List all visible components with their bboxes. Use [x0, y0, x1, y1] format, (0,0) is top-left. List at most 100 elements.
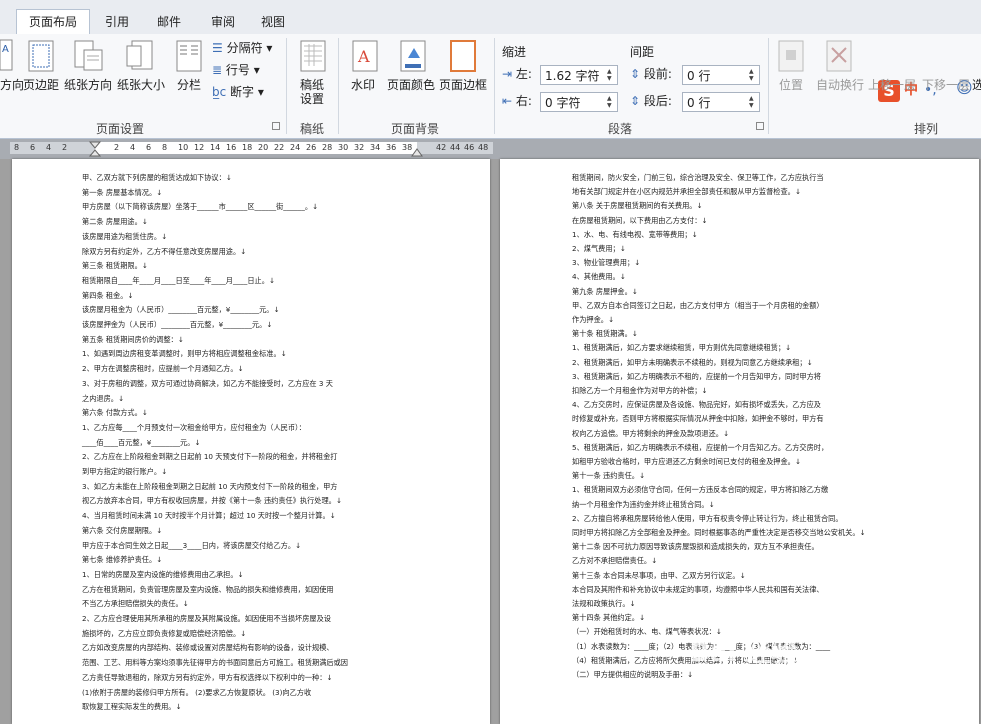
ruler-number: 10	[178, 143, 189, 152]
document-line: 第十条 租赁期满。↓	[572, 329, 638, 339]
send-backward-button[interactable]: 下移一层	[920, 78, 972, 92]
indent-left-field[interactable]: 1.62 字符 ▲ ▼	[540, 65, 618, 85]
selection-pane-button[interactable]: 选	[972, 78, 981, 92]
paragraph-launcher-icon[interactable]	[756, 122, 764, 130]
arrange-group-label: 排列	[913, 122, 938, 136]
group-divider	[768, 38, 769, 134]
document-line: 第一条 房屋基本情况。↓	[82, 187, 163, 197]
columns-button[interactable]: 分栏	[172, 78, 206, 92]
document-line: 1、如遇到周边房租变革调整时，则甲方将相应调整租金标准。↓	[82, 349, 287, 359]
line-numbers-button[interactable]: ≣ 行号 ▾	[212, 62, 260, 78]
document-line: ____佰____百元整，¥________元。↓	[82, 437, 201, 447]
tab-view[interactable]: 视图	[252, 10, 294, 34]
document-line: 1、水、电、有线电视、宽带等费用；↓	[572, 229, 698, 239]
wrap-text-icon	[826, 40, 852, 72]
document-line: 租赁期间，防火安全，门前三包，综合治理及安全、保卫等工作，乙方应执行当	[572, 173, 824, 182]
document-line: 第三条 租赁期限。↓	[82, 261, 148, 271]
tab-page-layout[interactable]: 页面布局	[16, 9, 90, 36]
manuscript-setup-button[interactable]: 稿纸 设置	[294, 78, 330, 106]
ruler-number: 42	[436, 143, 447, 152]
position-icon	[778, 40, 804, 72]
breaks-label: 分隔符	[226, 41, 263, 55]
text-direction-icon: A	[0, 39, 13, 71]
breaks-icon: ☰	[212, 41, 223, 55]
orientation-icon	[74, 40, 103, 71]
right-indent-marker-icon[interactable]	[411, 147, 423, 157]
document-line: （二）甲方提供相应的说明及手册：↓	[572, 670, 694, 679]
document-line: 本合同及其附件和补充协议中未规定的事项，均遵照中华人民共和国有关法律、	[572, 584, 824, 594]
svg-text:A: A	[357, 47, 370, 66]
ruler-number: 24	[290, 143, 301, 152]
bring-forward-button[interactable]: 上移一层	[866, 78, 918, 92]
document-line: 在房屋租赁期间，以下费用由乙方支付：↓	[572, 215, 708, 225]
document-line: 该房屋月租金为（人民币）________百元整，¥________元。↓	[82, 305, 280, 315]
wrap-text-button[interactable]: 自动换行	[814, 78, 866, 92]
document-line: 4、乙方交房时，应保证房屋及各设施、物品完好，如有损坏或丢失，乙方应及	[572, 400, 821, 410]
horizontal-ruler[interactable]: 8 6 4 2 2 4 6 8 10 12 14 16 18 20 22 24 26 28 30 32 34 36 38 42…	[0, 139, 981, 159]
orientation-button[interactable]: 纸张方向	[64, 78, 112, 92]
document-page-left[interactable]: 甲、乙双方就下列房屋的租赁达成如下协议：↓ 第一条 房屋基本情况。↓ 甲方房屋（以下…	[12, 159, 490, 724]
margins-icon	[28, 40, 54, 72]
spacing-after-field[interactable]: 0 行 ▲ ▼	[682, 92, 760, 112]
document-line: 视乙方放弃本合同，甲方有权收回房屋，并按《第十一条 违约责任》执行处理。↓	[82, 496, 342, 506]
document-line: 第十四条 其他约定。↓	[572, 613, 645, 623]
document-line: 4、当月租赁时间未满 10 天时按半个月计算；超过 10 天时按一个整月计算。↓	[82, 511, 336, 521]
tab-mailings[interactable]: 邮件	[146, 10, 192, 34]
document-line: 3、如乙方未能在上阶段租金到期之日起前 10 天内预支付下一阶段的租金，甲方	[82, 481, 338, 491]
document-line: 甲、乙双方自本合同签订之日起，由乙方支付甲方（相当于一个月房租的金额）	[572, 300, 824, 310]
watermark-button[interactable]: 水印	[348, 78, 378, 92]
paper-size-button[interactable]: 纸张大小	[116, 78, 166, 92]
indent-marker-icon[interactable]	[89, 141, 101, 159]
tab-review[interactable]: 审阅	[200, 10, 246, 34]
document-line: 2、煤气费用；↓	[572, 244, 626, 253]
document-line: 第十三条 本合同未尽事项，由甲、乙双方另行议定。↓	[572, 570, 746, 580]
ruler-number: 32	[354, 143, 365, 152]
ruler-number: 8	[14, 143, 20, 152]
ribbon: A 方向 页边距 纸张方向 纸张大小 分栏 ☰ 分隔符 ▾ ≣ 行号 ▾ b̲c…	[0, 34, 981, 139]
document-line: 甲方应于本合同生效之日起____3____日内，将该房屋交付给乙方。↓	[82, 540, 302, 550]
position-button[interactable]: 位置	[774, 78, 808, 92]
page-border-button[interactable]: 页面边框	[438, 78, 488, 92]
page-color-button[interactable]: 页面颜色	[386, 78, 436, 92]
spinner-icon[interactable]: ▲ ▼	[749, 95, 757, 109]
document-line: 第二条 房屋用途。↓	[82, 217, 148, 227]
columns-icon	[176, 40, 202, 72]
document-line: 2、甲方在调整房租时，应提前一个月通知乙方。↓	[82, 364, 244, 374]
document-line: 乙方责任导致退租的，除双方另有约定外，甲方有权选择以下权利中的一种：↓	[82, 672, 333, 682]
ruler-number: 36	[386, 143, 397, 152]
ruler-number: 16	[226, 143, 237, 152]
document-line: 3、租赁期满后，如乙方明确表示不租的，应提前一个月告知甲方，同时甲方将	[572, 371, 821, 381]
title-bar	[0, 0, 981, 8]
spacing-before-field[interactable]: 0 行 ▲ ▼	[682, 65, 760, 85]
document-line: 第八条 关于房屋租赁期间的有关费用。↓	[572, 201, 703, 211]
ruler-number: 26	[306, 143, 317, 152]
paragraph-group-label: 段落	[607, 122, 632, 136]
document-line: 纳一个月租金作为违约金并终止租赁合同。↓	[572, 499, 715, 509]
document-line: 该房屋用途为租赁住房。↓	[82, 231, 168, 241]
ruler-number: 6	[146, 143, 152, 152]
document-line: 不当乙方承担赔偿损失的责任。↓	[82, 599, 189, 609]
tab-references[interactable]: 引用	[96, 10, 138, 34]
spinner-icon[interactable]: ▲ ▼	[607, 95, 615, 109]
hyphenation-label: 断字	[230, 85, 255, 99]
indent-title: 缩进	[502, 45, 527, 59]
spinner-icon[interactable]: ▲ ▼	[749, 68, 757, 82]
text-direction-button[interactable]: 方向	[0, 78, 24, 92]
page-border-icon	[450, 40, 476, 72]
document-line: 3、物业管理费用；↓	[572, 258, 641, 268]
ruler-number: 48	[478, 143, 489, 152]
ruler-number: 46	[464, 143, 475, 152]
indent-right-field[interactable]: 0 字符 ▲ ▼	[540, 92, 618, 112]
breaks-button[interactable]: ☰ 分隔符 ▾	[212, 40, 272, 56]
manuscript-group-label: 稿纸	[299, 122, 324, 136]
document-line: 第五条 租赁期间房价的调整：↓	[82, 334, 184, 344]
hyphenation-button[interactable]: b̲c 断字 ▾	[212, 84, 264, 100]
ruler-number: 18	[242, 143, 253, 152]
ruler-left-margin	[10, 142, 95, 154]
ruler-number: 14	[210, 143, 221, 152]
page-setup-launcher-icon[interactable]	[272, 122, 280, 130]
ruler-number: 30	[338, 143, 349, 152]
spinner-icon[interactable]: ▲ ▼	[607, 68, 615, 82]
group-divider	[286, 38, 287, 134]
margins-button[interactable]: 页边距	[22, 78, 60, 92]
